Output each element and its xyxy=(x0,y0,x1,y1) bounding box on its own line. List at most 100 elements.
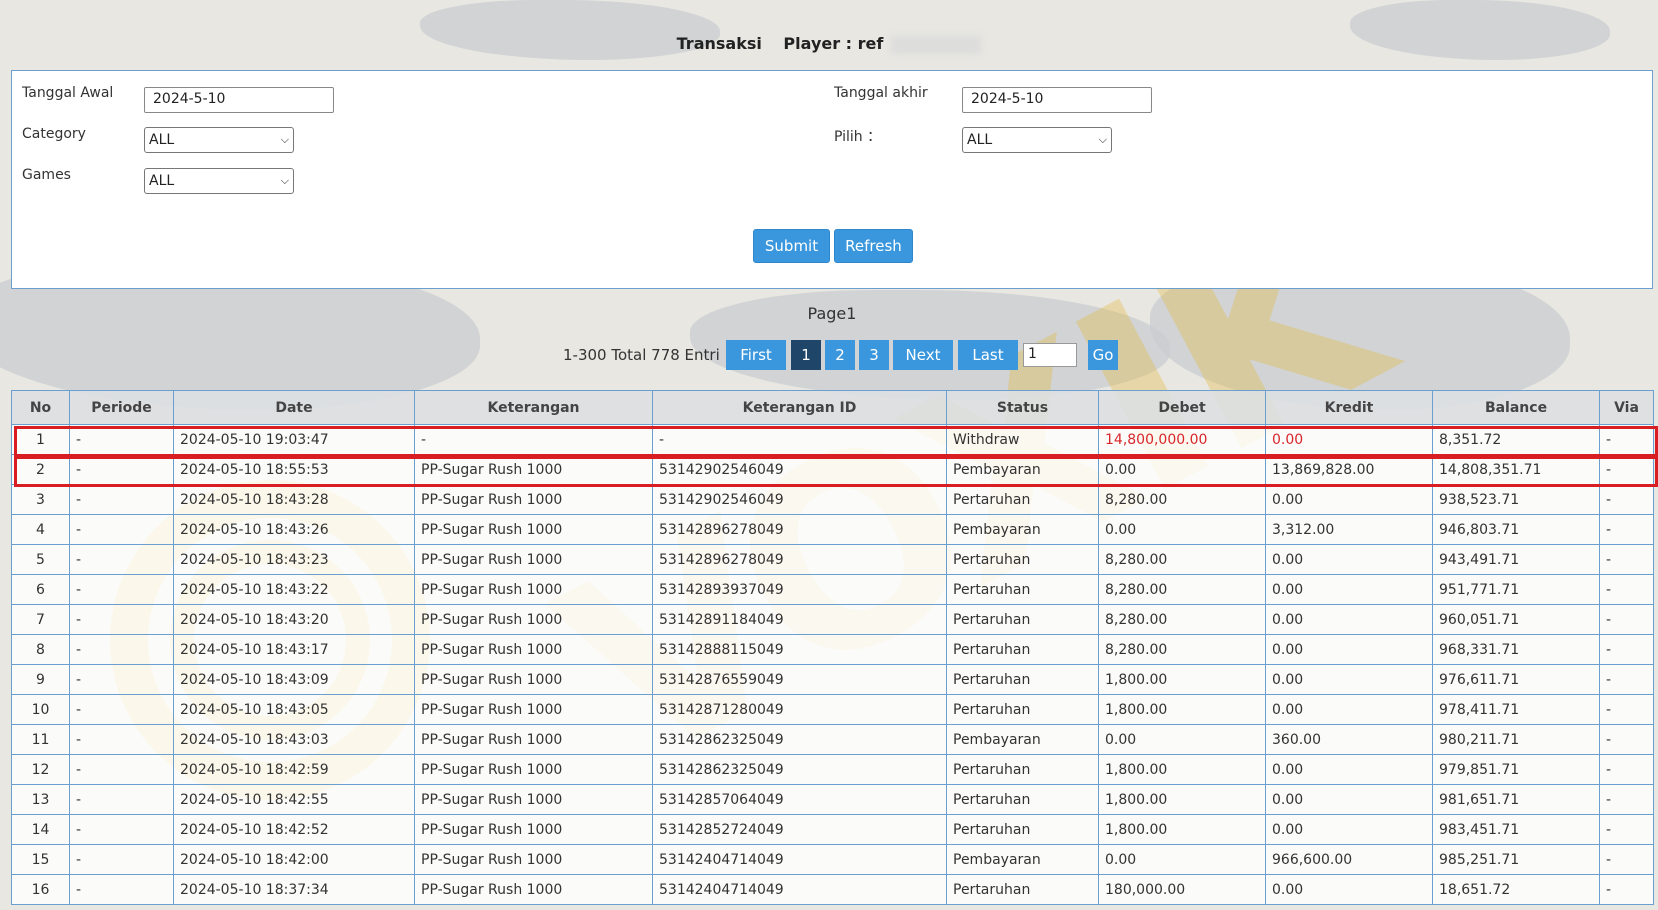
table-cell: 8,280.00 xyxy=(1098,634,1266,665)
entries-info: 1-300 Total 778 Entri xyxy=(563,346,720,364)
table-cell: 2024-05-10 18:43:20 xyxy=(173,604,415,635)
table-cell: PP-Sugar Rush 1000 xyxy=(414,784,653,815)
table-cell: 943,491.71 xyxy=(1432,544,1600,575)
table-cell: 9 xyxy=(11,664,70,695)
table-row: 16-2024-05-10 18:37:34 PP-Sugar Rush 1000… xyxy=(11,874,1654,905)
table-cell: Pertaruhan xyxy=(946,484,1099,515)
table-cell: 2 xyxy=(11,454,70,485)
table-cell: Pertaruhan xyxy=(946,664,1099,695)
page-1-button[interactable]: 1 xyxy=(791,340,821,370)
table-cell: - xyxy=(69,754,174,785)
table-cell: - xyxy=(1599,634,1654,665)
table-cell: 0.00 xyxy=(1265,754,1433,785)
table-row: 14-2024-05-10 18:42:52 PP-Sugar Rush 1000… xyxy=(11,814,1654,845)
table-cell: Pembayaran xyxy=(946,844,1099,875)
table-cell: PP-Sugar Rush 1000 xyxy=(414,604,653,635)
table-cell: Pertaruhan xyxy=(946,754,1099,785)
table-cell: - xyxy=(69,784,174,815)
table-cell: 1,800.00 xyxy=(1098,664,1266,695)
column-header: Periode xyxy=(69,390,174,425)
table-cell: - xyxy=(69,814,174,845)
table-cell: 53142862325049 xyxy=(652,754,947,785)
table-cell: 2024-05-10 18:55:53 xyxy=(173,454,415,485)
table-cell: 938,523.71 xyxy=(1432,484,1600,515)
table-cell: PP-Sugar Rush 1000 xyxy=(414,454,653,485)
column-header: Status xyxy=(946,390,1099,425)
table-cell: 12 xyxy=(11,754,70,785)
table-cell: 0.00 xyxy=(1265,484,1433,515)
table-cell: PP-Sugar Rush 1000 xyxy=(414,664,653,695)
table-cell: PP-Sugar Rush 1000 xyxy=(414,574,653,605)
category-label: Category xyxy=(22,126,86,142)
table-cell: - xyxy=(69,664,174,695)
table-cell: - xyxy=(1599,814,1654,845)
table-cell: - xyxy=(69,694,174,725)
next-page-button[interactable]: Next xyxy=(893,340,953,370)
chevron-down-icon: ⌵ xyxy=(280,133,289,146)
table-cell: 13 xyxy=(11,784,70,815)
table-cell: Pertaruhan xyxy=(946,874,1099,905)
table-cell: 0.00 xyxy=(1265,874,1433,905)
column-header: Debet xyxy=(1098,390,1266,425)
tanggal-akhir-input[interactable]: 2024-5-10 xyxy=(962,87,1152,113)
table-cell: 0.00 xyxy=(1265,814,1433,845)
table-cell: - xyxy=(1599,754,1654,785)
goto-page-input[interactable]: 1 xyxy=(1023,343,1077,367)
games-select[interactable]: ALL ⌵ xyxy=(144,168,294,194)
refresh-button[interactable]: Refresh xyxy=(834,229,913,263)
first-page-button[interactable]: First xyxy=(726,340,786,370)
table-cell: 1,800.00 xyxy=(1098,754,1266,785)
table-cell: Pembayaran xyxy=(946,454,1099,485)
table-cell: 946,803.71 xyxy=(1432,514,1600,545)
table-cell: PP-Sugar Rush 1000 xyxy=(414,754,653,785)
category-select[interactable]: ALL ⌵ xyxy=(144,127,294,153)
table-cell: - xyxy=(69,724,174,755)
table-cell: 1 xyxy=(11,424,70,455)
table-row: 12-2024-05-10 18:42:59 PP-Sugar Rush 1000… xyxy=(11,754,1654,785)
column-header: Keterangan xyxy=(414,390,653,425)
table-cell: Withdraw xyxy=(946,424,1099,455)
table-row: 3-2024-05-10 18:43:28 PP-Sugar Rush 1000 5… xyxy=(11,484,1654,515)
table-cell: 53142876559049 xyxy=(652,664,947,695)
table-cell: 13,869,828.00 xyxy=(1265,454,1433,485)
column-header: Via xyxy=(1599,390,1654,425)
table-row: 10-2024-05-10 18:43:05 PP-Sugar Rush 1000… xyxy=(11,694,1654,725)
table-row: 1-2024-05-10 19:03:47- - Withdraw 14,800,00… xyxy=(11,424,1654,455)
table-cell: PP-Sugar Rush 1000 xyxy=(414,814,653,845)
pilih-select[interactable]: ALL ⌵ xyxy=(962,127,1112,153)
table-cell: 8,280.00 xyxy=(1098,484,1266,515)
table-cell: 985,251.71 xyxy=(1432,844,1600,875)
last-page-button[interactable]: Last xyxy=(958,340,1018,370)
table-row: 4-2024-05-10 18:43:26 PP-Sugar Rush 1000 5… xyxy=(11,514,1654,545)
table-cell: 968,331.71 xyxy=(1432,634,1600,665)
go-button[interactable]: Go xyxy=(1088,340,1118,370)
table-row: 7-2024-05-10 18:43:20 PP-Sugar Rush 1000 5… xyxy=(11,604,1654,635)
page-2-button[interactable]: 2 xyxy=(825,340,855,370)
table-cell: 980,211.71 xyxy=(1432,724,1600,755)
table-cell: 5 xyxy=(11,544,70,575)
table-cell: 2024-05-10 18:42:00 xyxy=(173,844,415,875)
tanggal-awal-input[interactable]: 2024-5-10 xyxy=(144,87,334,113)
table-cell: - xyxy=(652,424,947,455)
table-cell: - xyxy=(69,604,174,635)
table-cell: 53142896278049 xyxy=(652,544,947,575)
table-cell: - xyxy=(69,634,174,665)
table-cell: 4 xyxy=(11,514,70,545)
table-cell: Pertaruhan xyxy=(946,784,1099,815)
column-header: Keterangan ID xyxy=(652,390,947,425)
table-cell: Pertaruhan xyxy=(946,814,1099,845)
table-cell: 0.00 xyxy=(1265,634,1433,665)
page-indicator: Page1 xyxy=(807,304,857,323)
category-value: ALL xyxy=(149,132,175,148)
transactions-table: No Periode Date Keterangan Keterangan ID Stat… xyxy=(11,390,1654,905)
table-cell: PP-Sugar Rush 1000 xyxy=(414,874,653,905)
page-3-button[interactable]: 3 xyxy=(859,340,889,370)
table-cell: 180,000.00 xyxy=(1098,874,1266,905)
table-row: 11-2024-05-10 18:43:03 PP-Sugar Rush 1000… xyxy=(11,724,1654,755)
table-cell: - xyxy=(1599,784,1654,815)
table-cell: - xyxy=(1599,604,1654,635)
table-cell: Pertaruhan xyxy=(946,604,1099,635)
submit-button[interactable]: Submit xyxy=(753,229,830,263)
table-cell: - xyxy=(69,874,174,905)
table-cell: 15 xyxy=(11,844,70,875)
